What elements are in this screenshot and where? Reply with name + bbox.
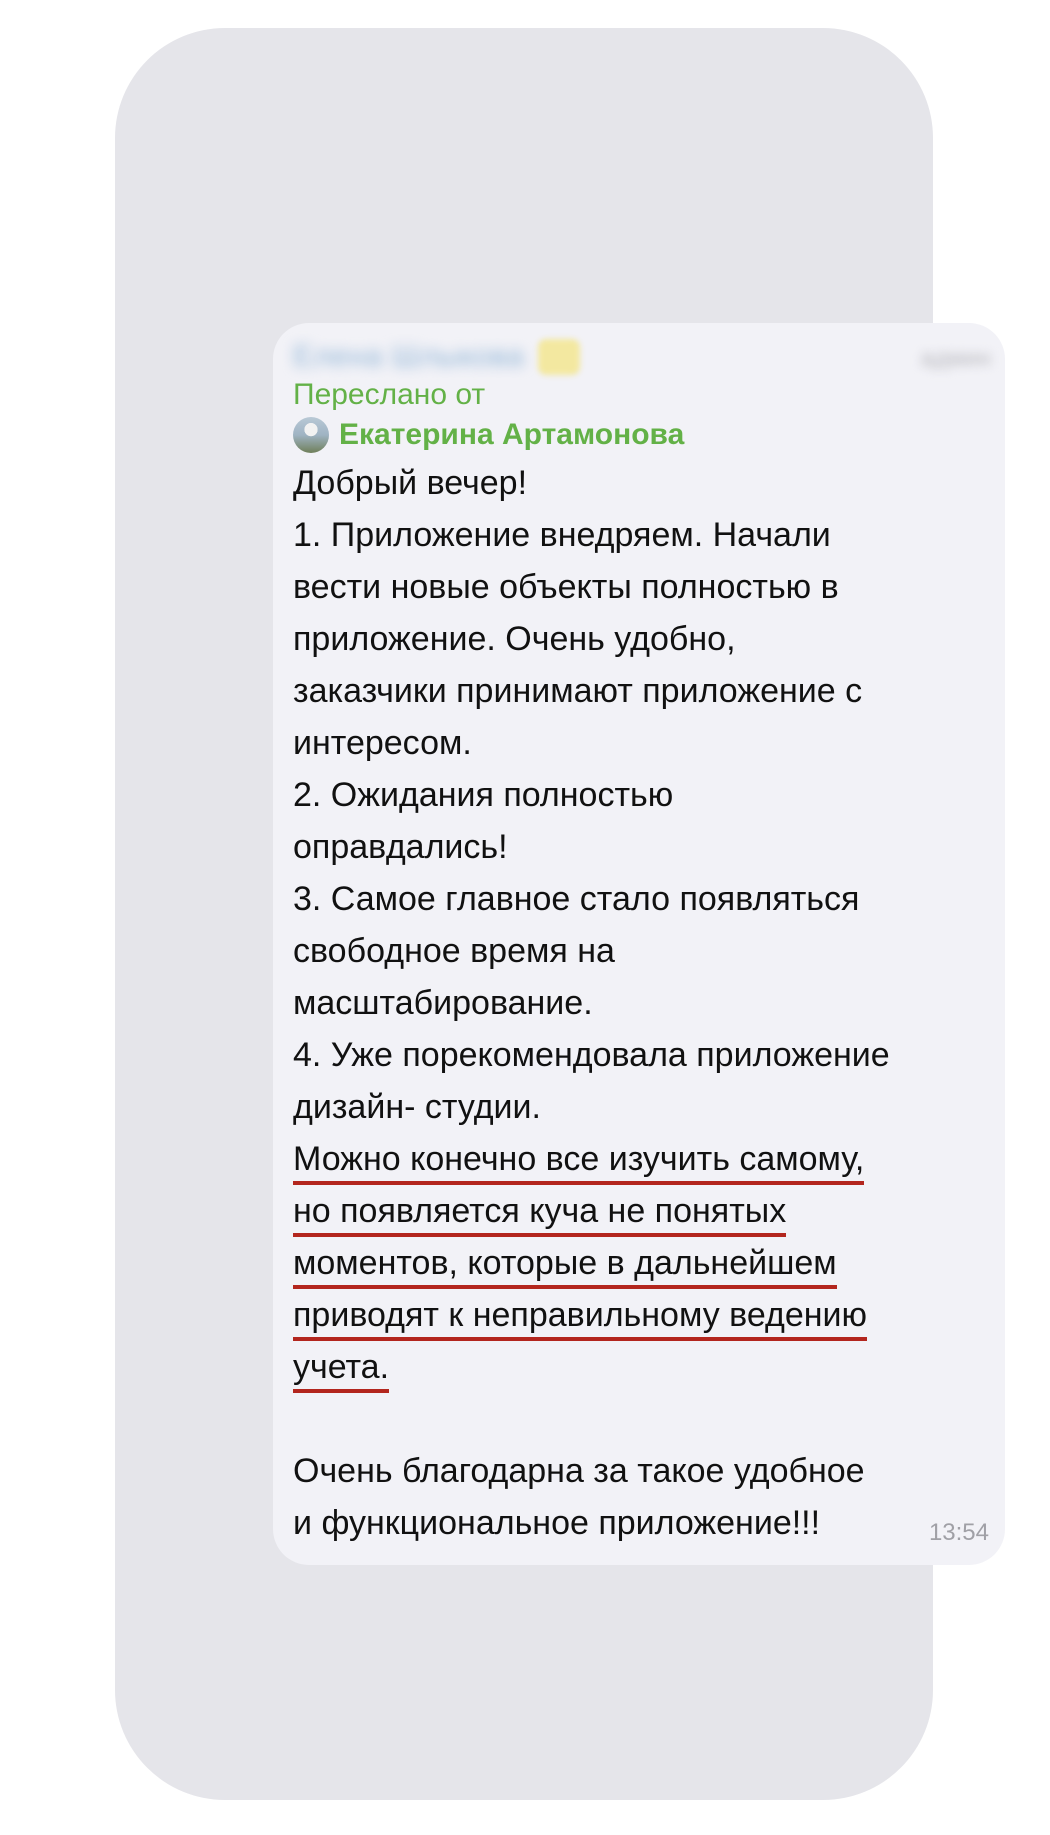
underlined-line: приводят к неправильному ведению xyxy=(293,1289,993,1341)
forwarded-from[interactable]: Екатерина Артамонова xyxy=(293,415,684,455)
forwarded-from-name[interactable]: Екатерина Артамонова xyxy=(339,418,684,452)
closing-line: Очень благодарна за такое удобное xyxy=(293,1452,865,1490)
underlined-text: моментов, которые в дальнейшем xyxy=(293,1242,837,1289)
sender-name[interactable]: Елена Шлыкова xyxy=(293,340,524,374)
message-line: масштабирование. xyxy=(293,984,593,1022)
message-line: дизайн- студии. xyxy=(293,1088,541,1126)
message-line: свободное время на xyxy=(293,932,615,970)
forwarded-label: Переслано от xyxy=(293,378,486,411)
underlined-text: учета. xyxy=(293,1346,390,1393)
message-line: заказчики принимают приложение с xyxy=(293,672,863,710)
underlined-line: но появляется куча не понятых xyxy=(293,1185,993,1237)
underlined-line: моментов, которые в дальнейшем xyxy=(293,1237,993,1289)
message-line: 2. Ожидания полностью xyxy=(293,776,674,814)
message-line: 1. Приложение внедряем. Начали xyxy=(293,516,831,554)
message-line: Добрый вечер! xyxy=(293,464,528,502)
message-line: приложение. Очень удобно, xyxy=(293,620,736,658)
closing-line: и функциональное приложение!!! xyxy=(293,1504,821,1542)
sender-role-tag: админ xyxy=(920,345,991,372)
message-line: 4. Уже порекомендовала приложение xyxy=(293,1036,890,1074)
underlined-text: Можно конечно все изучить самому, xyxy=(293,1138,865,1185)
message-text: Добрый вечер! 1. Приложение внедряем. На… xyxy=(293,457,993,1549)
message-timestamp: 13:54 xyxy=(928,1519,989,1546)
message-bubble[interactable]: Елена Шлыкова админ Переслано от Екатери… xyxy=(273,323,1005,1565)
sender-row: Елена Шлыкова xyxy=(293,335,581,379)
message-line: 3. Самое главное стало появляться xyxy=(293,880,860,918)
underlined-line: Можно конечно все изучить самому, xyxy=(293,1133,993,1185)
chat-background: Елена Шлыкова админ Переслано от Екатери… xyxy=(115,28,1005,1800)
message-line: вести новые объекты полностью в xyxy=(293,568,839,606)
underlined-text: приводят к неправильному ведению xyxy=(293,1294,868,1341)
message-line: интересом. xyxy=(293,724,472,762)
sender-badge-icon xyxy=(538,339,581,375)
forwarder-avatar-icon[interactable] xyxy=(293,417,329,453)
underlined-line: учета. xyxy=(293,1341,993,1393)
message-line: оправдались! xyxy=(293,828,508,866)
underlined-text: но появляется куча не понятых xyxy=(293,1190,787,1237)
